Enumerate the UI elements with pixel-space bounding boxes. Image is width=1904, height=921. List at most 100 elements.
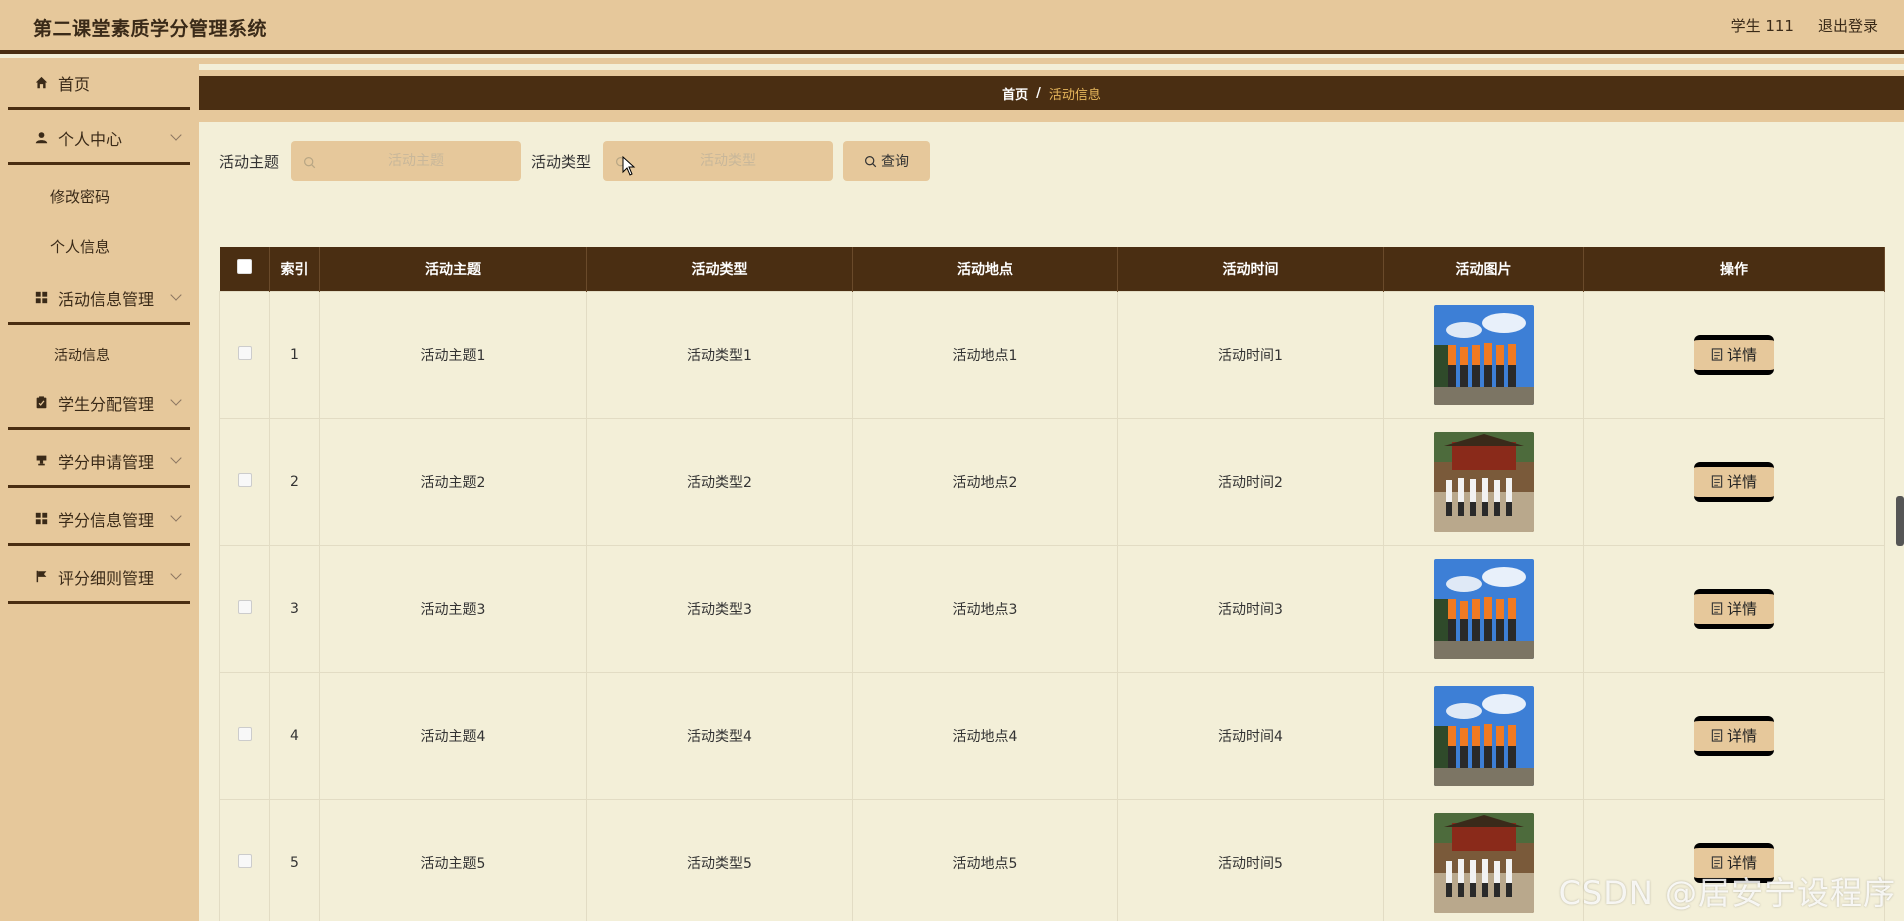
row-select-cell bbox=[219, 417, 270, 546]
index-cell: 1 bbox=[269, 290, 320, 419]
column-header: 活动主题 bbox=[319, 247, 587, 291]
logout-link[interactable]: 退出登录 bbox=[1818, 15, 1878, 36]
table-row: 1 活动主题1 活动类型1 活动地点1 活动时间1 详情 bbox=[219, 290, 1885, 419]
user-label[interactable]: 学生 111 bbox=[1731, 15, 1794, 36]
time-cell: 活动时间2 bbox=[1117, 417, 1384, 546]
sidebar-subitem-activity-info[interactable]: 活动信息 bbox=[54, 345, 110, 365]
sidebar-item-label: 个人中心 bbox=[58, 129, 123, 149]
activity-photo[interactable] bbox=[1433, 304, 1534, 405]
search-bar: 活动主题 活动类型 查询 bbox=[219, 141, 931, 181]
chevron-down-icon bbox=[170, 394, 182, 406]
column-header: 活动类型 bbox=[586, 247, 853, 291]
detail-button-label: 详情 bbox=[1726, 600, 1757, 618]
type-search-field bbox=[603, 141, 834, 181]
sidebar-item-scoring-rules[interactable]: 评分细则管理 bbox=[8, 552, 190, 604]
sidebar-item-activity-management[interactable]: 活动信息管理 bbox=[8, 273, 190, 325]
grid-icon bbox=[34, 291, 48, 305]
activity-photo[interactable] bbox=[1433, 685, 1534, 786]
query-button-label: 查询 bbox=[881, 154, 910, 170]
detail-button[interactable]: 详情 bbox=[1694, 588, 1774, 629]
place-cell: 活动地点5 bbox=[852, 798, 1118, 921]
breadcrumb: 首页 / 活动信息 bbox=[199, 76, 1904, 110]
breadcrumb-separator: / bbox=[1036, 85, 1041, 101]
column-header: 活动地点 bbox=[852, 247, 1118, 291]
place-cell: 活动地点3 bbox=[852, 544, 1118, 673]
flag-icon bbox=[34, 570, 48, 584]
column-header: 活动图片 bbox=[1383, 247, 1584, 291]
time-cell: 活动时间1 bbox=[1117, 290, 1384, 419]
type-search-input[interactable] bbox=[603, 141, 834, 181]
sidebar-item-credit-application[interactable]: 学分申请管理 bbox=[8, 436, 190, 488]
chevron-down-icon bbox=[170, 129, 182, 141]
document-icon bbox=[1711, 729, 1723, 742]
sidebar-item-credit-info[interactable]: 学分信息管理 bbox=[8, 494, 190, 546]
select-all-checkbox[interactable] bbox=[236, 259, 252, 275]
row-checkbox[interactable] bbox=[237, 853, 252, 868]
topic-search-input[interactable] bbox=[291, 141, 522, 181]
table-row: 3 活动主题3 活动类型3 活动地点3 活动时间3 详情 bbox=[219, 544, 1885, 673]
type-search-label: 活动类型 bbox=[531, 152, 592, 171]
sidebar-subitem-change-password[interactable]: 修改密码 bbox=[50, 186, 110, 207]
sidebar-item-personal-center[interactable]: 个人中心 bbox=[8, 113, 190, 165]
photo-cell bbox=[1383, 290, 1584, 419]
row-checkbox[interactable] bbox=[237, 599, 252, 614]
time-cell: 活动时间4 bbox=[1117, 671, 1384, 800]
place-cell: 活动地点4 bbox=[852, 671, 1118, 800]
activity-photo[interactable] bbox=[1433, 431, 1534, 532]
action-cell: 详情 bbox=[1583, 290, 1885, 419]
chevron-down-icon bbox=[170, 289, 182, 301]
table-header-row: 索引 活动主题 活动类型 活动地点 活动时间 活动图片 操作 bbox=[219, 247, 1885, 291]
action-cell: 详情 bbox=[1583, 671, 1885, 800]
type-cell: 活动类型1 bbox=[586, 290, 853, 419]
topic-search-field bbox=[291, 141, 522, 181]
document-icon bbox=[1711, 602, 1723, 615]
scrollbar-thumb[interactable] bbox=[1896, 496, 1904, 546]
activity-table: 索引 活动主题 活动类型 活动地点 活动时间 活动图片 操作 1 活动主题1 活动类… bbox=[219, 247, 1885, 921]
time-cell: 活动时间3 bbox=[1117, 544, 1384, 673]
index-cell: 5 bbox=[269, 798, 320, 921]
detail-button[interactable]: 详情 bbox=[1694, 715, 1774, 756]
topic-search-label: 活动主题 bbox=[219, 152, 280, 171]
row-checkbox[interactable] bbox=[237, 345, 252, 360]
chevron-down-icon bbox=[170, 452, 182, 464]
photo-cell bbox=[1383, 671, 1584, 800]
photo-cell bbox=[1383, 798, 1584, 921]
column-header: 活动时间 bbox=[1117, 247, 1384, 291]
type-cell: 活动类型3 bbox=[586, 544, 853, 673]
sidebar-item-home[interactable]: 首页 bbox=[8, 58, 190, 110]
sidebar-item-label: 学分信息管理 bbox=[58, 510, 155, 530]
sidebar-item-label: 学生分配管理 bbox=[58, 394, 155, 414]
activity-photo[interactable] bbox=[1433, 558, 1534, 659]
sidebar-item-student-assignment[interactable]: 学生分配管理 bbox=[8, 378, 190, 430]
main-content: 首页 / 活动信息 活动主题 活动类型 查询 bbox=[199, 58, 1904, 921]
search-icon bbox=[865, 155, 877, 167]
sidebar-subitem-personal-info[interactable]: 个人信息 bbox=[50, 236, 110, 257]
mouse-cursor-icon bbox=[622, 156, 636, 176]
sidebar-item-label: 首页 bbox=[58, 74, 91, 94]
table-row: 4 活动主题4 活动类型4 活动地点4 活动时间4 详情 bbox=[219, 671, 1885, 800]
app-title: 第二课堂素质学分管理系统 bbox=[33, 18, 268, 40]
query-button[interactable]: 查询 bbox=[843, 141, 931, 181]
topic-cell: 活动主题3 bbox=[319, 544, 587, 673]
watermark: CSDN @居安宁设程序 bbox=[1558, 874, 1896, 912]
row-checkbox[interactable] bbox=[237, 726, 252, 741]
sidebar: 首页 个人中心 修改密码 个人信息 活动信息管理 活动信息 学生分配管理 学分申… bbox=[0, 58, 199, 921]
type-cell: 活动类型5 bbox=[586, 798, 853, 921]
detail-button[interactable]: 详情 bbox=[1694, 461, 1774, 502]
detail-button-label: 详情 bbox=[1726, 346, 1757, 364]
chevron-down-icon bbox=[170, 510, 182, 522]
home-icon bbox=[34, 76, 48, 90]
stamp-icon bbox=[34, 454, 48, 468]
index-cell: 4 bbox=[269, 671, 320, 800]
row-select-cell bbox=[219, 798, 270, 921]
breadcrumb-home[interactable]: 首页 bbox=[1002, 84, 1028, 103]
column-header: 索引 bbox=[269, 247, 320, 291]
sidebar-item-label: 活动信息管理 bbox=[58, 289, 155, 309]
content-strip bbox=[199, 110, 1904, 122]
row-checkbox[interactable] bbox=[237, 472, 252, 487]
detail-button[interactable]: 详情 bbox=[1694, 334, 1774, 375]
topic-cell: 活动主题5 bbox=[319, 798, 587, 921]
user-icon bbox=[34, 131, 48, 145]
activity-photo[interactable] bbox=[1433, 812, 1534, 913]
select-all-cell bbox=[219, 247, 270, 291]
